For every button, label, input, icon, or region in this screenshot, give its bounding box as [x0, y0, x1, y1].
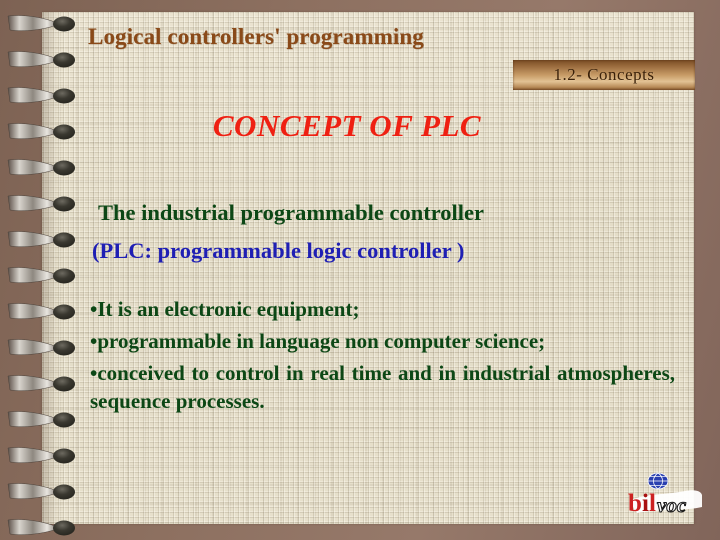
slide-header-title: Logical controllers' programming	[88, 24, 424, 49]
definition-line-primary: The industrial programmable controller	[98, 200, 485, 225]
list-item: •conceived to control in real time and i…	[90, 360, 675, 413]
svg-text:l: l	[649, 490, 656, 517]
definition-line-acronym: (PLC: programmable logic controller )	[92, 238, 465, 263]
list-item: •programmable in language non computer s…	[90, 328, 546, 353]
section-badge-label: 1.2- Concepts	[553, 65, 655, 84]
slide-canvas: Logical controllers' programming 1.2- Co…	[0, 0, 720, 540]
page-title: CONCEPT OF PLC	[212, 108, 482, 143]
list-item: •It is an electronic equipment;	[90, 297, 360, 321]
bilvoc-logo: b i l voc	[628, 472, 702, 518]
logo-text-secondary: voc	[657, 493, 687, 517]
globe-icon	[647, 472, 669, 490]
svg-text:i: i	[642, 490, 649, 517]
section-badge: 1.2- Concepts	[513, 60, 695, 90]
bullet-list: •It is an electronic equipment; •program…	[90, 296, 675, 416]
logo-text-primary: b	[628, 490, 642, 517]
